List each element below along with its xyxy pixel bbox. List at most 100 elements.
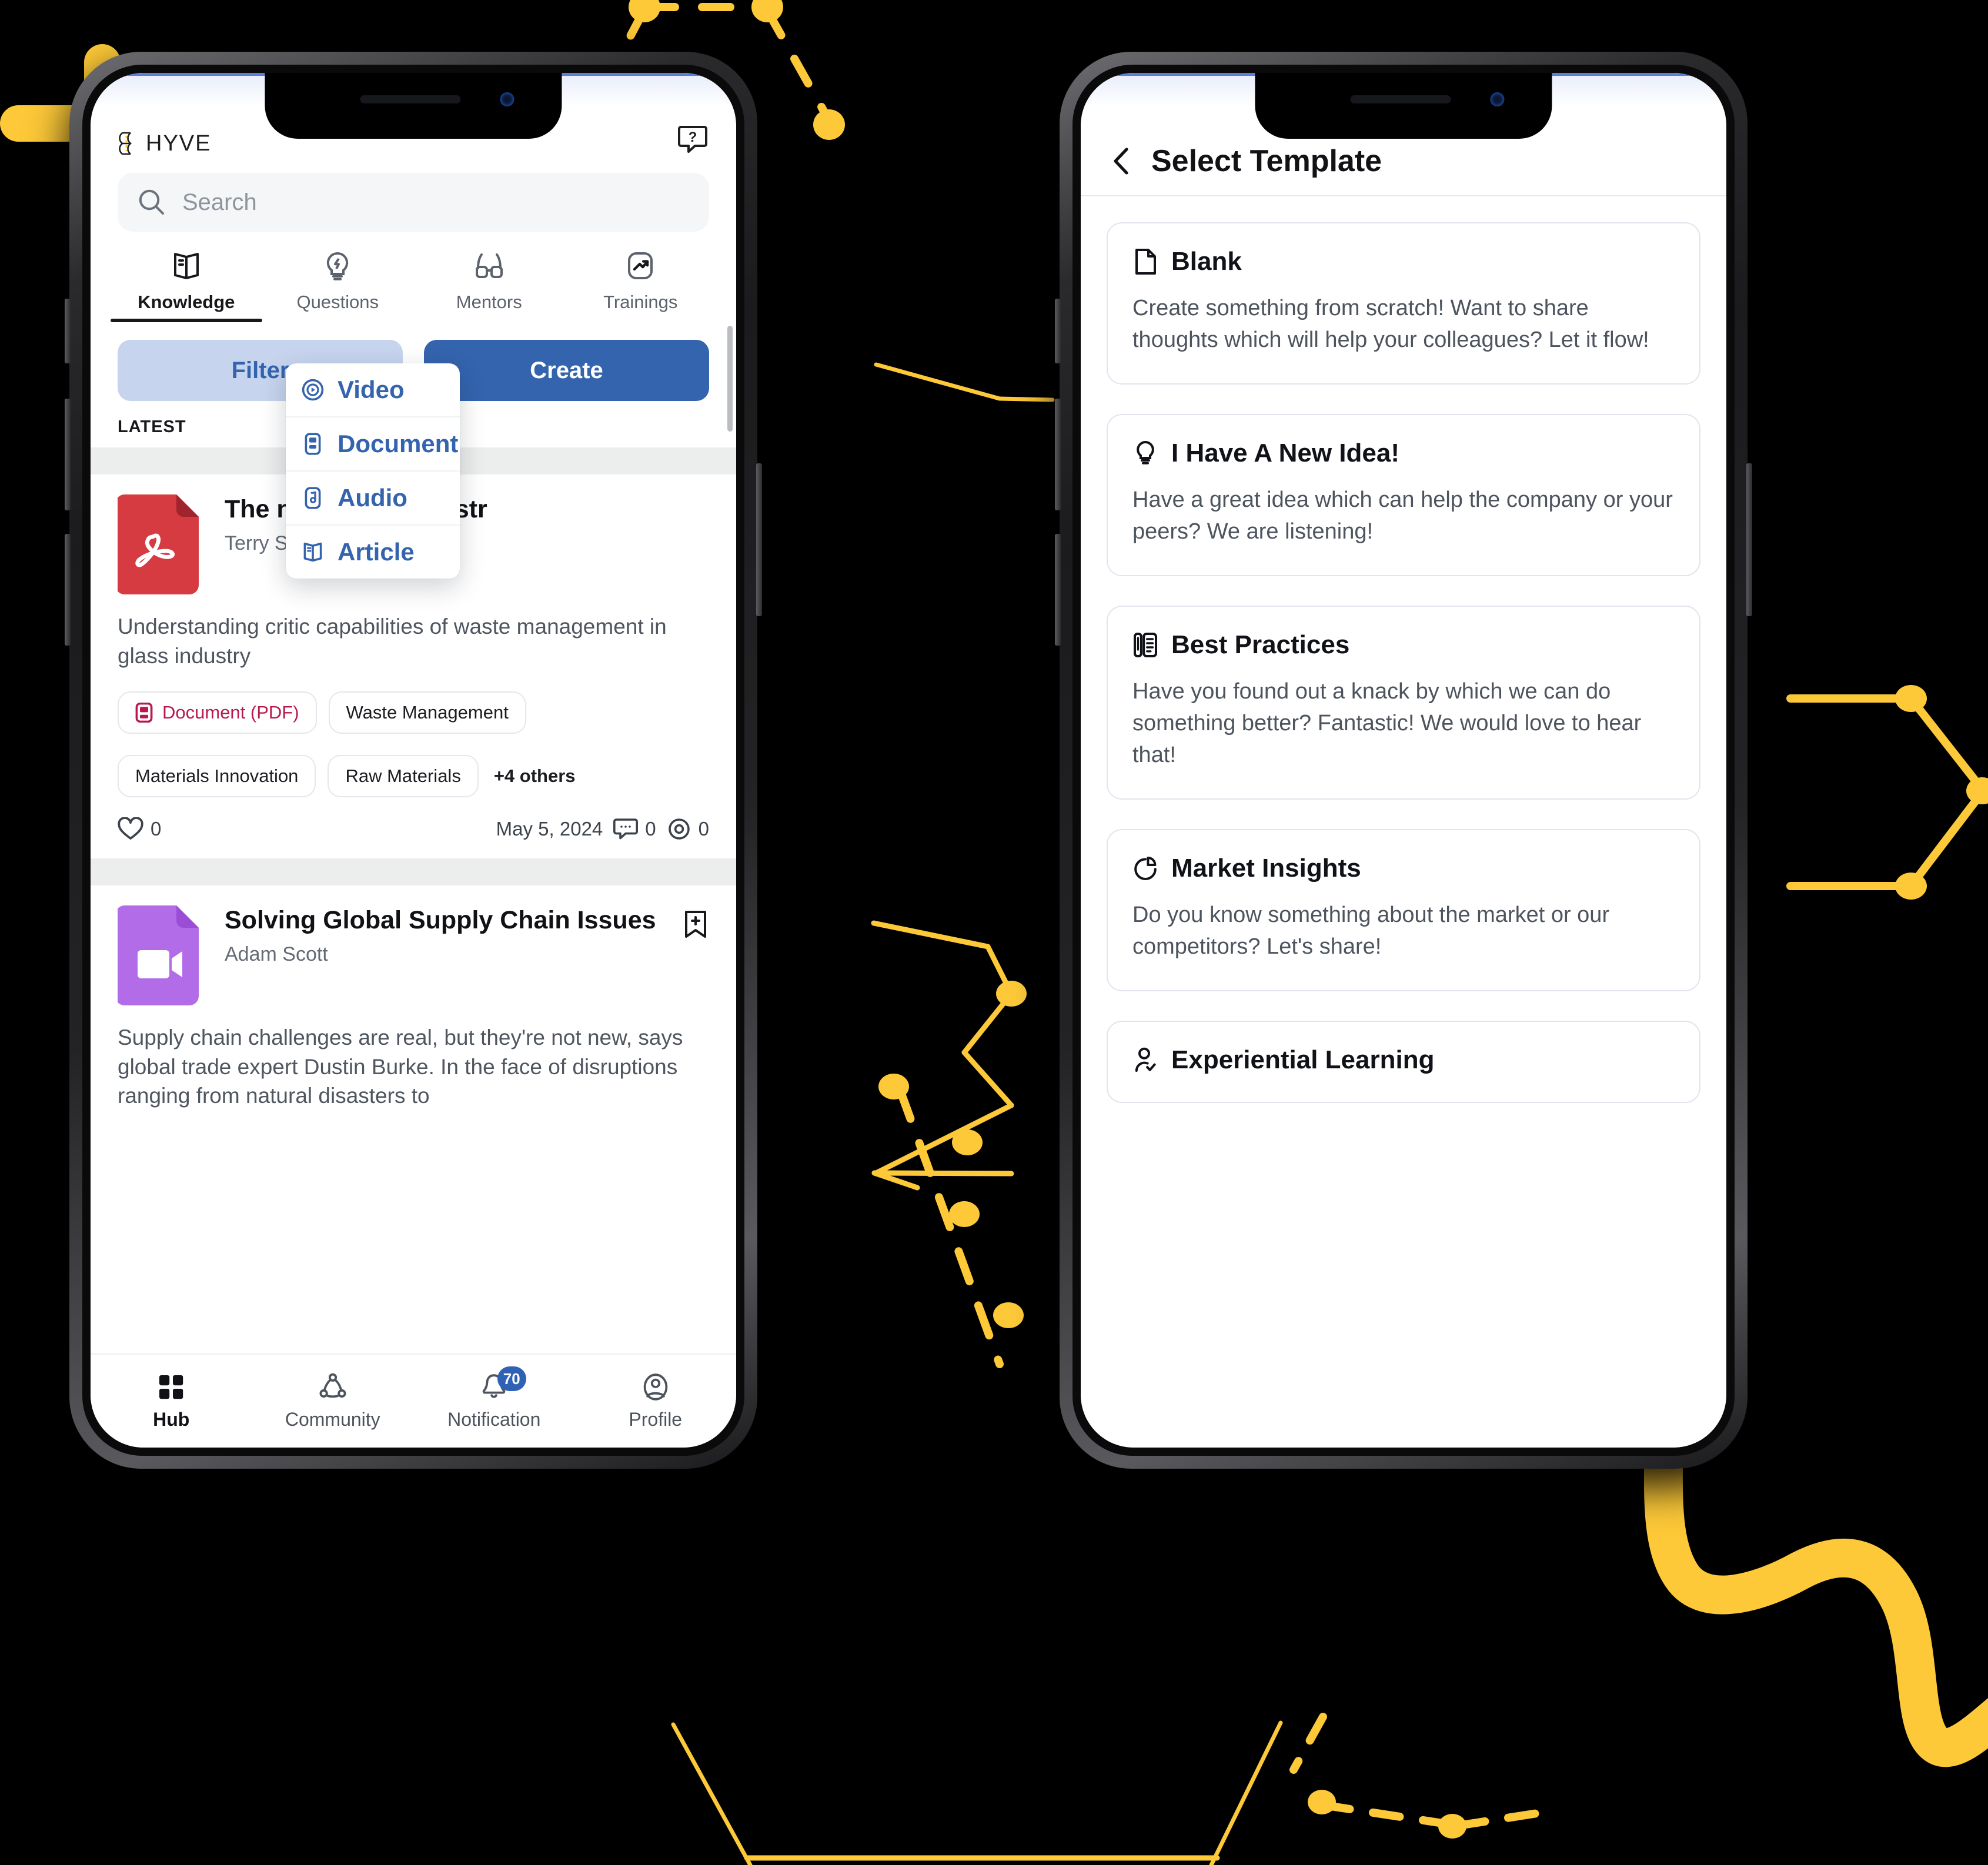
menu-item-label: Document: [338, 430, 459, 457]
template-description: Have a great idea which can help the com…: [1132, 487, 1673, 544]
music-note-icon: [301, 486, 325, 510]
phone-device-right: Select Template Blank Create something f…: [1055, 52, 1752, 1469]
blank-page-icon: [1132, 248, 1158, 276]
nav-item-hub[interactable]: Hub: [91, 1355, 252, 1448]
create-button[interactable]: Create: [424, 340, 709, 401]
nav-item-community[interactable]: Community: [252, 1355, 414, 1448]
menu-item-document[interactable]: Document: [286, 416, 460, 470]
video-file-icon: [118, 905, 206, 1007]
category-tabs: Knowledge Questions Mentors Trainings: [91, 232, 736, 322]
glasses-icon: [473, 249, 506, 282]
tab-questions[interactable]: Questions: [262, 249, 414, 322]
chevron-left-icon[interactable]: [1109, 146, 1135, 176]
menu-item-audio[interactable]: Audio: [286, 470, 460, 524]
tab-label: Trainings: [603, 292, 678, 312]
user-check-icon: [1132, 1046, 1158, 1074]
template-card-best-practices[interactable]: Best Practices Have you found out a knac…: [1107, 605, 1700, 800]
template-description: Create something from scratch! Want to s…: [1132, 296, 1649, 352]
document-icon: [301, 432, 325, 456]
hyve-logo-mark: [118, 131, 145, 156]
nav-label: Community: [285, 1408, 380, 1430]
tab-mentors[interactable]: Mentors: [413, 249, 565, 322]
nav-item-notification[interactable]: 70 Notification: [413, 1355, 575, 1448]
template-title: Blank: [1171, 247, 1242, 276]
card-description: Understanding critic capabilities of was…: [118, 614, 667, 668]
open-book-icon: [301, 540, 325, 564]
tags-overflow-count[interactable]: +4 others: [490, 766, 576, 787]
device-notch-left: [265, 73, 562, 139]
view-control: 0: [667, 817, 709, 841]
template-card-market-insights[interactable]: Market Insights Do you know something ab…: [1107, 828, 1700, 991]
tab-label: Knowledge: [138, 292, 235, 312]
menu-item-label: Video: [338, 376, 405, 403]
bookmark-add-icon[interactable]: [682, 909, 709, 941]
screen-left: HYVE ? Search Knowledge Questions Mentor…: [91, 73, 736, 1448]
nav-label: Hub: [153, 1408, 190, 1430]
community-icon: [318, 1372, 348, 1402]
tab-knowledge[interactable]: Knowledge: [111, 249, 262, 322]
card-description: Supply chain challenges are real, but th…: [118, 1025, 683, 1108]
tab-trainings[interactable]: Trainings: [565, 249, 717, 322]
tag-document-pdf[interactable]: Document (PDF): [118, 691, 317, 734]
template-description: Have you found out a knack by which we c…: [1132, 679, 1642, 767]
search-section: Search: [91, 156, 736, 232]
notification-badge: 70: [497, 1366, 526, 1391]
template-description: Do you know something about the market o…: [1132, 902, 1610, 959]
menu-item-video[interactable]: Video: [286, 363, 460, 416]
template-card-experiential-learning[interactable]: Experiential Learning: [1107, 1020, 1700, 1103]
template-card-new-idea[interactable]: I Have A New Idea! Have a great idea whi…: [1107, 413, 1700, 576]
feed-card-video[interactable]: Solving Global Supply Chain Issues Adam …: [91, 885, 736, 1128]
template-title: I Have A New Idea!: [1171, 438, 1399, 467]
view-count: 0: [698, 818, 709, 840]
help-question-icon[interactable]: ?: [676, 123, 709, 156]
pdf-file-icon: [118, 494, 206, 596]
comment-count: 0: [645, 818, 656, 840]
knowledge-feed: The ne manag industr Terry Sm Understand…: [91, 447, 736, 1448]
grid-icon: [156, 1372, 186, 1402]
notebook-pen-icon: [1132, 631, 1158, 659]
pie-chart-icon: [1132, 854, 1158, 883]
page-title: Select Template: [1151, 144, 1382, 178]
create-type-dropdown: Video Document Audio Article: [286, 363, 460, 579]
card-title: Solving Global Supply Chain Issues: [225, 906, 656, 935]
menu-item-label: Audio: [338, 484, 407, 512]
lightbulb-icon: [1132, 439, 1158, 467]
nav-label: Notification: [447, 1408, 541, 1430]
user-circle-icon: [641, 1372, 670, 1402]
brand-logo: HYVE: [118, 131, 211, 156]
search-placeholder: Search: [182, 189, 257, 215]
book-icon: [170, 249, 203, 282]
search-icon: [136, 187, 167, 218]
screen-right: Select Template Blank Create something f…: [1081, 73, 1726, 1448]
phone-device-left: HYVE ? Search Knowledge Questions Mentor…: [65, 52, 762, 1469]
template-title: Best Practices: [1171, 630, 1350, 659]
nav-item-profile[interactable]: Profile: [575, 1355, 737, 1448]
nav-label: Profile: [629, 1408, 683, 1430]
search-input[interactable]: Search: [118, 173, 709, 232]
select-template-screen: Select Template Blank Create something f…: [1081, 73, 1726, 1448]
feed-scrollbar[interactable]: [727, 326, 733, 432]
tag-waste-management[interactable]: Waste Management: [328, 691, 526, 734]
template-title: Market Insights: [1171, 853, 1361, 883]
template-list: Blank Create something from scratch! Wan…: [1081, 196, 1726, 1448]
tab-label: Questions: [296, 292, 379, 312]
comment-control[interactable]: 0: [613, 817, 656, 841]
play-circle-icon: [301, 378, 325, 402]
trending-up-icon: [624, 249, 657, 282]
promo-stage: HYVE ? Search Knowledge Questions Mentor…: [0, 0, 1988, 1865]
like-count: 0: [151, 818, 162, 840]
svg-text:?: ?: [689, 129, 697, 145]
tab-label: Mentors: [456, 292, 522, 312]
tag-raw-materials[interactable]: Raw Materials: [328, 755, 479, 798]
knowledge-hub-app: HYVE ? Search Knowledge Questions Mentor…: [91, 73, 736, 1448]
menu-item-article[interactable]: Article: [286, 524, 460, 579]
card-date: May 5, 2024: [496, 818, 603, 840]
like-control[interactable]: 0: [118, 817, 161, 841]
card-tags: Document (PDF) Waste Management: [118, 691, 709, 734]
tag-materials-innovation[interactable]: Materials Innovation: [118, 755, 316, 798]
document-icon: [135, 703, 153, 723]
card-author: Adam Scott: [225, 943, 328, 966]
card-meta: 0 May 5, 2024 0 0: [118, 817, 709, 841]
template-card-blank[interactable]: Blank Create something from scratch! Wan…: [1107, 222, 1700, 385]
lightbulb-bolt-icon: [321, 249, 354, 282]
